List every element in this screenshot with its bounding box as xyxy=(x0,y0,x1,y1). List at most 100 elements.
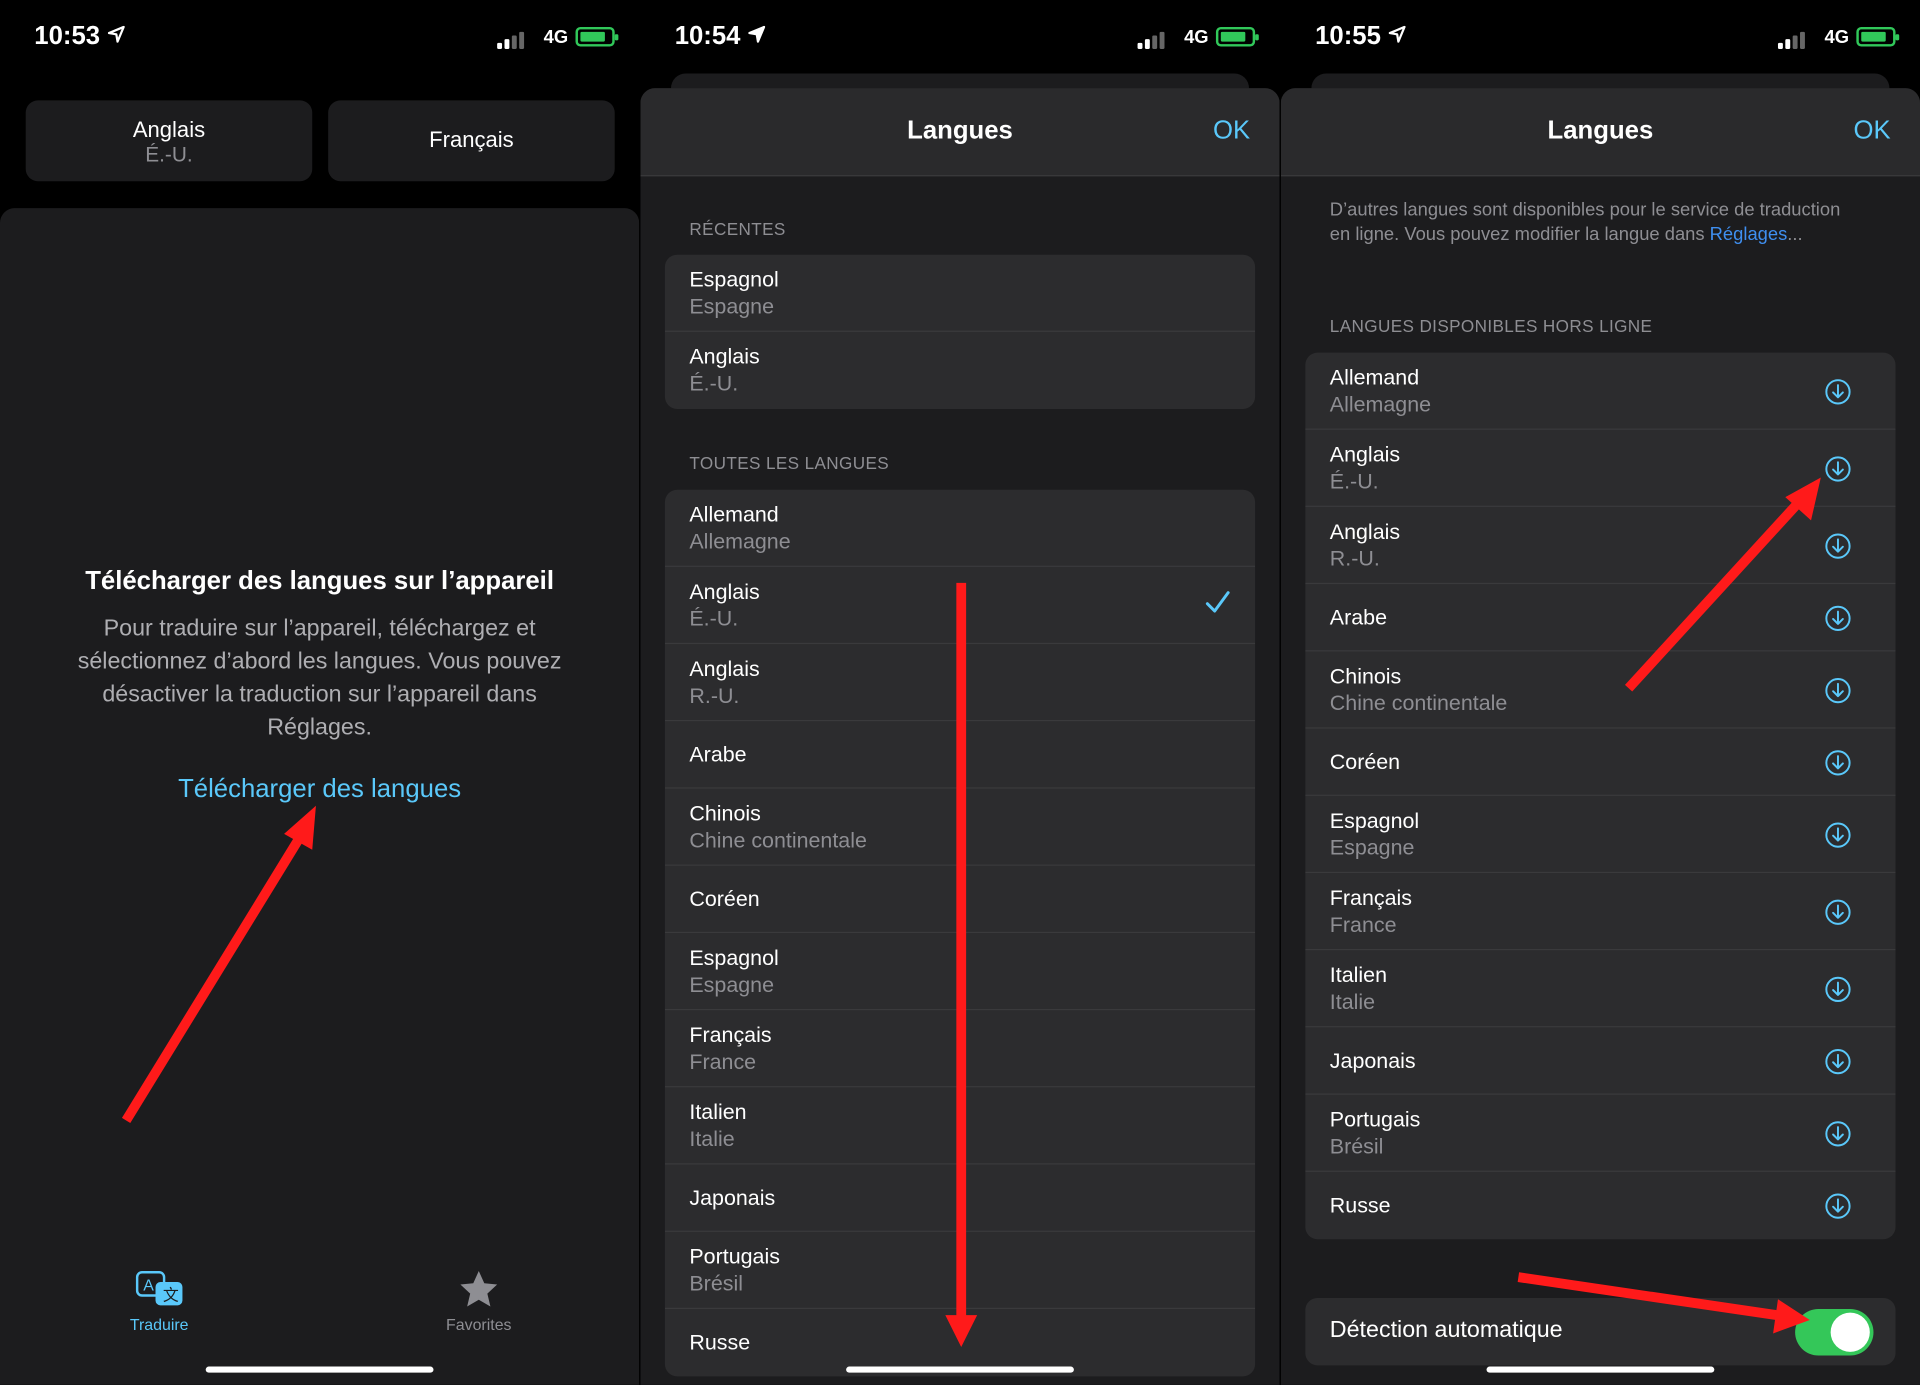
target-language-button[interactable]: Français xyxy=(328,100,615,182)
list-item[interactable]: Allemand Allemagne xyxy=(664,490,1256,567)
auto-detect-toggle[interactable] xyxy=(1795,1308,1874,1356)
list-item[interactable]: Allemand Allemagne xyxy=(1305,353,1896,430)
translate-icon: A 文 xyxy=(135,1271,183,1306)
recent-header: RÉCENTES xyxy=(689,219,786,239)
language-name: Japonais xyxy=(689,1185,776,1210)
download-icon[interactable] xyxy=(1825,1120,1852,1147)
checkmark-icon xyxy=(1205,591,1230,613)
list-item[interactable]: Anglais É.-U. xyxy=(664,567,1256,645)
list-item[interactable]: Anglais R.-U. xyxy=(664,644,1256,722)
language-region: Allemagne xyxy=(1329,391,1432,417)
status-bar: 10:55 4G xyxy=(1281,0,1920,73)
list-item[interactable]: Anglais É.-U. xyxy=(1305,430,1896,507)
target-language-name: Français xyxy=(429,127,514,152)
network-label: 4G xyxy=(1824,26,1849,48)
source-language-region: É.-U. xyxy=(145,143,193,167)
language-name: Chinois xyxy=(689,800,761,826)
tab-translate[interactable]: A 文 Traduire xyxy=(110,1269,208,1333)
list-item[interactable]: Espagnol Espagne xyxy=(664,933,1256,1011)
nav-bar: Langues OK xyxy=(640,88,1280,177)
language-name: Français xyxy=(1329,885,1412,910)
language-name: Chinois xyxy=(1329,663,1402,689)
languages-sheet: Langues OK RÉCENTES Espagnol Espagne Angl… xyxy=(640,88,1280,1385)
home-indicator xyxy=(1486,1366,1715,1373)
languages-sheet: Langues OK D’autres langues sont disponi… xyxy=(1280,88,1920,1385)
list-item[interactable]: Espagnol Espagne xyxy=(664,255,1256,332)
location-icon xyxy=(748,25,766,43)
tab-favorites[interactable]: Favorites xyxy=(430,1269,528,1333)
language-region: Espagne xyxy=(689,293,774,319)
list-item[interactable]: Japonais xyxy=(1305,1027,1896,1095)
settings-link[interactable]: Réglages xyxy=(1710,224,1788,245)
language-name: Russe xyxy=(689,1329,751,1355)
list-item[interactable]: Coréen xyxy=(664,866,1256,934)
language-region: Brésil xyxy=(1329,1133,1384,1159)
download-icon[interactable] xyxy=(1825,1193,1852,1220)
list-item[interactable]: Portugais Brésil xyxy=(664,1232,1256,1309)
download-icon[interactable] xyxy=(1825,1048,1852,1075)
language-region: Allemagne xyxy=(689,528,791,554)
status-time: 10:54 xyxy=(674,22,741,51)
download-icon[interactable] xyxy=(1825,533,1852,560)
screen-translate: 10:53 4G Anglais É.-U. Français Téléchar… xyxy=(0,0,640,1385)
language-name: Coréen xyxy=(689,886,760,912)
download-description: Pour traduire sur l’appareil, télécharge… xyxy=(77,615,562,741)
download-icon[interactable] xyxy=(1825,677,1852,704)
list-item[interactable]: Italien Italie xyxy=(664,1087,1256,1165)
language-name: Arabe xyxy=(1329,604,1387,630)
download-icon[interactable] xyxy=(1825,822,1852,849)
list-item[interactable]: Français France xyxy=(664,1010,1256,1088)
download-icon[interactable] xyxy=(1825,605,1852,632)
list-item[interactable]: Chinois Chine continentale xyxy=(1305,651,1896,729)
list-item[interactable]: Chinois Chine continentale xyxy=(664,789,1256,866)
translation-panel: Télécharger des langues sur l’appareil P… xyxy=(0,208,640,1385)
signal-icon xyxy=(1137,27,1167,49)
svg-text:文: 文 xyxy=(163,1286,179,1304)
nav-title: Langues xyxy=(907,116,1013,145)
list-item[interactable]: Espagnol Espagne xyxy=(1305,796,1896,874)
signal-icon xyxy=(1777,27,1807,49)
language-name: Russe xyxy=(1329,1192,1391,1218)
network-label: 4G xyxy=(543,26,569,48)
language-region: France xyxy=(1329,912,1397,937)
status-bar: 10:54 4G xyxy=(640,0,1279,73)
status-time: 10:55 xyxy=(1315,22,1381,51)
language-region: Espagne xyxy=(689,972,774,997)
list-item[interactable]: Coréen xyxy=(1305,729,1896,796)
screen-all-languages: 10:54 4G Langues OK RÉCENTES Espagnol Esp… xyxy=(640,0,1280,1385)
download-languages-link[interactable]: Télécharger des langues xyxy=(0,775,639,804)
nav-title: Langues xyxy=(1547,116,1654,145)
list-item[interactable]: Japonais xyxy=(664,1164,1256,1232)
list-item[interactable]: Portugais Brésil xyxy=(1305,1095,1896,1172)
list-item[interactable]: Français France xyxy=(1305,873,1896,951)
battery-icon xyxy=(575,26,619,47)
source-language-button[interactable]: Anglais É.-U. xyxy=(25,100,313,182)
download-icon[interactable] xyxy=(1825,456,1852,483)
download-icon[interactable] xyxy=(1825,749,1852,776)
ok-button[interactable]: OK xyxy=(1853,116,1890,145)
list-item[interactable]: Russe xyxy=(1305,1172,1895,1239)
language-name: Anglais xyxy=(689,579,760,604)
download-icon[interactable] xyxy=(1825,899,1852,926)
list-item[interactable]: Anglais R.-U. xyxy=(1305,507,1896,585)
language-name: Portugais xyxy=(1329,1106,1421,1132)
list-item[interactable]: Anglais É.-U. xyxy=(665,332,1255,409)
language-name: Allemand xyxy=(689,502,779,527)
download-icon[interactable] xyxy=(1825,976,1852,1003)
language-name: Anglais xyxy=(1329,519,1401,544)
ok-button[interactable]: OK xyxy=(1213,116,1250,145)
language-region: Chine continentale xyxy=(1329,690,1508,716)
nav-bar: Langues OK xyxy=(1280,88,1920,177)
battery-icon xyxy=(1215,26,1259,47)
svg-text:A: A xyxy=(143,1278,154,1295)
language-region: É.-U. xyxy=(689,371,739,396)
location-icon xyxy=(1388,25,1406,43)
language-region: R.-U. xyxy=(689,683,740,708)
status-bar: 10:53 4G xyxy=(0,0,639,73)
list-item[interactable]: Arabe xyxy=(664,721,1256,789)
language-name: Espagnol xyxy=(689,945,779,970)
download-icon[interactable] xyxy=(1825,378,1852,405)
list-item[interactable]: Italien Italie xyxy=(1305,950,1896,1028)
list-item[interactable]: Arabe xyxy=(1305,584,1896,652)
language-name: Anglais xyxy=(689,656,760,681)
